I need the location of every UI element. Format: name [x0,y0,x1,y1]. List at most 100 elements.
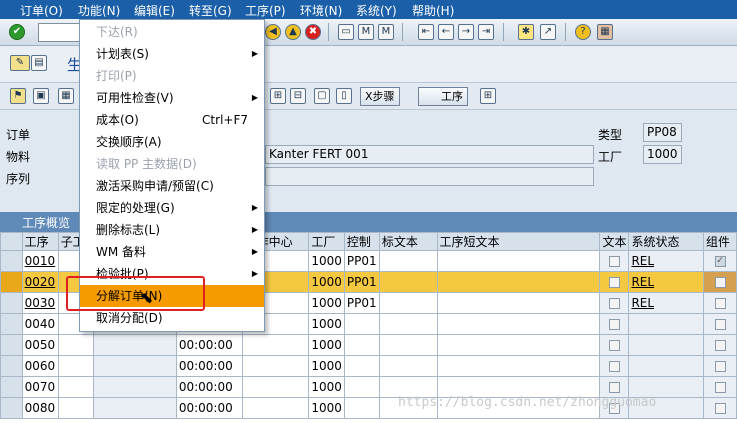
other-object-icon[interactable]: ▤ [31,55,47,71]
control-key-cell[interactable] [343,313,380,335]
operation-cell[interactable]: 0070 [21,376,59,398]
text-cell[interactable] [599,355,630,377]
control-key-cell[interactable] [343,355,380,377]
calculator-icon[interactable]: ▦ [58,88,74,104]
text-checkbox[interactable] [608,319,620,330]
tree-icon[interactable]: ⊞ [270,88,286,104]
menu-edit[interactable]: 编辑(E) [134,2,175,19]
standard-text-cell[interactable] [378,355,438,377]
standard-text-cell[interactable] [378,313,438,335]
components-checkbox[interactable] [714,382,726,393]
prev-page-icon[interactable]: ← [438,24,454,40]
menu-operation[interactable]: 工序(P) [245,2,286,19]
plant-cell[interactable]: 1000 [308,271,345,293]
components-checkbox[interactable] [714,340,726,351]
suboperation-cell[interactable] [57,376,95,398]
text-cell[interactable] [599,292,630,314]
hierarchy-icon[interactable]: ⊟ [290,88,306,104]
components-checkbox[interactable] [714,277,726,288]
standard-text-cell[interactable] [378,334,438,356]
text-checkbox[interactable] [608,361,620,372]
display-change-icon[interactable]: ✎ [10,55,30,71]
components-checkbox[interactable] [714,319,726,330]
menu-goto[interactable]: 转至(G) [189,2,232,19]
operation-cell[interactable]: 0080 [21,397,59,419]
components-cell[interactable] [703,355,737,377]
table-row[interactable]: 0060 00:00:00 1000 [0,355,737,377]
plant-cell[interactable]: 1000 [308,334,345,356]
suboperation-cell[interactable] [57,334,95,356]
plant-cell[interactable]: 1000 [308,313,345,335]
short-text-cell[interactable] [436,292,601,314]
menu-item[interactable]: 激活采购申请/预留(C) [80,175,264,197]
operation-cell[interactable]: 0040 [21,313,59,335]
help-icon[interactable]: ? [575,24,591,40]
print-icon[interactable]: ▭ [338,24,354,40]
components-checkbox[interactable]: ✓ [714,256,726,267]
row-selector[interactable] [0,334,23,356]
menu-item[interactable]: 成本(O) Ctrl+F7 [80,109,264,131]
row-selector[interactable] [0,355,23,377]
sequence-icon[interactable]: ⊞ [480,88,496,104]
components-cell[interactable] [703,334,737,356]
select-all-cell[interactable] [0,232,23,251]
operation-cell[interactable]: 0030 [21,292,59,314]
row-selector[interactable] [0,376,23,398]
system-status-cell[interactable] [628,355,704,377]
short-text-cell[interactable] [436,313,601,335]
operations-button[interactable]: 工序 [418,87,468,106]
menu-function[interactable]: 功能(N) [78,2,120,19]
short-text-cell[interactable] [436,334,601,356]
work-center-cell[interactable] [241,376,310,398]
system-status-cell[interactable] [628,313,704,335]
shortcut-icon[interactable]: ↗ [540,24,556,40]
system-status-cell[interactable] [628,334,704,356]
text-checkbox[interactable] [608,298,620,309]
menu-item[interactable]: 交换顺序(A) [80,131,264,153]
plant-cell[interactable]: 1000 [308,376,345,398]
menu-system[interactable]: 系统(Y) [356,2,397,19]
plant-cell[interactable]: 1000 [308,397,345,419]
operation-cell[interactable]: 0050 [21,334,59,356]
menu-item[interactable]: 计划表(S) ▶ [80,43,264,65]
col-short-text[interactable]: 工序短文本 [436,232,601,251]
menu-order[interactable]: 订单(O) [20,2,63,19]
text-checkbox[interactable] [608,256,620,267]
col-plant[interactable]: 工厂 [308,232,345,251]
work-center-cell[interactable] [241,334,310,356]
standard-text-cell[interactable] [378,271,438,293]
next-page-icon[interactable]: → [458,24,474,40]
system-status-cell[interactable]: REL [628,250,704,272]
header-icon[interactable]: ⚑ [10,88,26,104]
control-key-cell[interactable]: PP01 [343,292,380,314]
text-cell[interactable] [599,334,630,356]
text-cell[interactable] [599,313,630,335]
control-key-cell[interactable]: PP01 [343,250,380,272]
control-key-cell[interactable] [343,334,380,356]
menu-environment[interactable]: 环境(N) [300,2,342,19]
back-icon[interactable]: ◀ [265,24,281,40]
plant-cell[interactable]: 1000 [308,355,345,377]
row-selector[interactable] [0,313,23,335]
operation-cell[interactable]: 0010 [21,250,59,272]
command-field[interactable] [38,23,82,42]
menu-help[interactable]: 帮助(H) [412,2,454,19]
col-control-key[interactable]: 控制 [343,232,380,251]
copy-icon[interactable]: ▢ [314,88,330,104]
system-status-cell[interactable]: REL [628,271,704,293]
work-center-cell[interactable] [241,355,310,377]
plant-cell[interactable]: 1000 [308,250,345,272]
control-key-cell[interactable]: PP01 [343,271,380,293]
layout-menu-icon[interactable]: ▦ [597,24,613,40]
find-icon[interactable]: M [358,24,374,40]
row-selector[interactable] [0,271,23,293]
components-checkbox[interactable] [714,298,726,309]
components-cell[interactable] [703,292,737,314]
menu-item[interactable]: 删除标志(L) ▶ [80,219,264,241]
last-page-icon[interactable]: ⇥ [478,24,494,40]
components-checkbox[interactable] [714,361,726,372]
enter-icon[interactable]: ✔ [9,24,25,40]
short-text-cell[interactable] [436,250,601,272]
exit-icon[interactable]: ▲ [285,24,301,40]
row-selector[interactable] [0,397,23,419]
